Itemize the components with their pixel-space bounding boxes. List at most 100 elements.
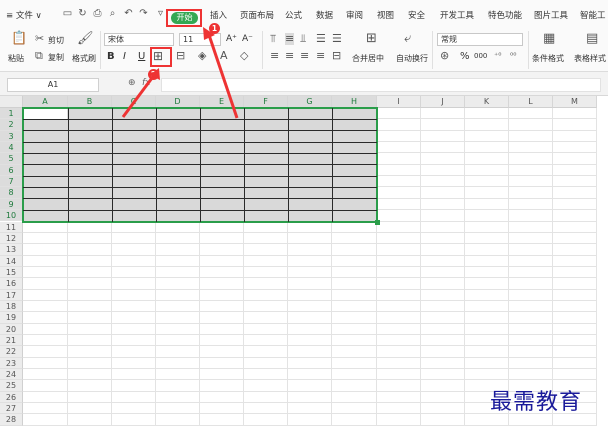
row-header-16[interactable]: 16 bbox=[0, 278, 23, 290]
tab-page-layout[interactable]: 页面布局 bbox=[240, 9, 274, 21]
format-painter-icon[interactable]: 🖌 bbox=[77, 32, 94, 45]
indent-decrease-icon[interactable]: ☰ bbox=[316, 33, 326, 45]
tab-developer[interactable]: 开发工具 bbox=[440, 9, 474, 21]
row-header-5[interactable]: 5 bbox=[0, 153, 23, 165]
row-header-14[interactable]: 14 bbox=[0, 255, 23, 267]
row-header-24[interactable]: 24 bbox=[0, 369, 23, 381]
merge-center-button[interactable]: 合并居中 bbox=[352, 53, 384, 64]
decrease-font-button[interactable]: A⁻ bbox=[242, 34, 253, 44]
align-left-icon[interactable]: ≡ bbox=[270, 50, 279, 62]
row-header-6[interactable]: 6 bbox=[0, 164, 23, 177]
row-header-13[interactable]: 13 bbox=[0, 244, 23, 256]
cell-style-icon[interactable]: ⊟ bbox=[176, 50, 185, 62]
redo-icon[interactable]: ↷ bbox=[138, 8, 149, 19]
tab-data[interactable]: 数据 bbox=[316, 9, 333, 21]
row-header-15[interactable]: 15 bbox=[0, 266, 23, 279]
wrap-text-icon[interactable]: ⤶ bbox=[404, 32, 411, 45]
tab-special[interactable]: 特色功能 bbox=[488, 9, 522, 21]
underline-button[interactable]: U bbox=[138, 51, 145, 62]
table-style-button[interactable]: 表格样式 bbox=[574, 53, 606, 64]
conditional-format-button[interactable]: 条件格式 bbox=[532, 53, 564, 64]
align-top-icon[interactable]: ⫪ bbox=[270, 33, 276, 45]
column-header-l[interactable]: L bbox=[509, 96, 553, 108]
column-header-m[interactable]: M bbox=[553, 96, 597, 108]
row-header-4[interactable]: 4 bbox=[0, 142, 23, 154]
row-header-9[interactable]: 9 bbox=[0, 198, 23, 211]
row-header-28[interactable]: 28 bbox=[0, 414, 23, 426]
row-header-22[interactable]: 22 bbox=[0, 346, 23, 358]
row-header-3[interactable]: 3 bbox=[0, 130, 23, 143]
row-header-23[interactable]: 23 bbox=[0, 357, 23, 370]
font-name-select[interactable]: 宋体 bbox=[104, 33, 174, 46]
tab-picture-tools[interactable]: 图片工具 bbox=[534, 9, 568, 21]
percent-button[interactable]: % bbox=[460, 51, 470, 62]
spreadsheet-grid[interactable]: A B C D E F G H I J K L M 1 2 3 4 5 6 7 8 9 10 11 12 13 14 15 16 17 18… bbox=[0, 96, 608, 427]
fill-color-icon[interactable]: ◈ bbox=[198, 50, 206, 62]
column-header-i[interactable]: I bbox=[377, 96, 421, 108]
row-header-12[interactable]: 12 bbox=[0, 232, 23, 245]
cut-icon[interactable]: ✂ bbox=[35, 33, 44, 45]
increase-decimal-icon[interactable]: ⁺⁰ bbox=[494, 50, 501, 62]
increase-font-button[interactable]: A⁺ bbox=[226, 34, 237, 44]
merge-center-icon[interactable]: ⊞ bbox=[366, 32, 377, 45]
tab-security[interactable]: 安全 bbox=[408, 9, 425, 21]
row-header-8[interactable]: 8 bbox=[0, 187, 23, 199]
font-size-select[interactable]: 11 bbox=[179, 33, 221, 46]
row-header-21[interactable]: 21 bbox=[0, 335, 23, 347]
currency-icon[interactable]: ⊛ bbox=[440, 50, 449, 62]
format-painter-button[interactable]: 格式刷 bbox=[72, 53, 96, 64]
row-header-19[interactable]: 19 bbox=[0, 312, 23, 324]
tab-insert[interactable]: 插入 bbox=[210, 9, 227, 21]
tab-smart-tools[interactable]: 智能工 bbox=[580, 9, 606, 21]
justify-icon[interactable]: ≡ bbox=[316, 50, 325, 62]
select-all-corner[interactable] bbox=[0, 96, 23, 108]
export-icon[interactable]: ↻ bbox=[77, 8, 88, 19]
copy-button[interactable]: 复制 bbox=[48, 52, 64, 63]
customize-icon[interactable]: ▿ bbox=[155, 8, 166, 19]
italic-button[interactable]: I bbox=[123, 51, 126, 62]
wrap-text-button[interactable]: 自动换行 bbox=[396, 53, 428, 64]
zoom-icon[interactable]: ⊕ bbox=[128, 78, 136, 88]
bold-button[interactable]: B bbox=[107, 51, 115, 62]
active-cell[interactable] bbox=[24, 109, 67, 120]
align-right-icon[interactable]: ≡ bbox=[300, 50, 309, 62]
name-box[interactable]: A1 bbox=[7, 78, 99, 92]
indent-increase-icon[interactable]: ☰ bbox=[332, 33, 342, 45]
print-preview-icon[interactable]: ⌕ bbox=[107, 8, 118, 19]
row-header-2[interactable]: 2 bbox=[0, 119, 23, 131]
row-header-25[interactable]: 25 bbox=[0, 380, 23, 392]
row-header-26[interactable]: 26 bbox=[0, 391, 23, 404]
tab-view[interactable]: 视图 bbox=[377, 9, 394, 21]
tab-formulas[interactable]: 公式 bbox=[285, 9, 302, 21]
number-format-select[interactable]: 常规 bbox=[437, 33, 523, 46]
undo-icon[interactable]: ↶ bbox=[123, 8, 134, 19]
column-header-k[interactable]: K bbox=[465, 96, 509, 108]
save-icon[interactable]: ▭ bbox=[62, 8, 73, 19]
thousands-button[interactable]: 000 bbox=[474, 52, 487, 60]
fill-handle[interactable] bbox=[375, 219, 380, 225]
row-header-20[interactable]: 20 bbox=[0, 323, 23, 335]
cut-button[interactable]: 剪切 bbox=[48, 35, 64, 46]
font-color-icon[interactable]: A bbox=[220, 50, 228, 62]
table-style-icon[interactable]: ▤ bbox=[586, 32, 598, 45]
row-header-7[interactable]: 7 bbox=[0, 176, 23, 188]
tab-review[interactable]: 审阅 bbox=[346, 9, 363, 21]
conditional-format-icon[interactable]: ▦ bbox=[543, 32, 555, 45]
align-middle-icon[interactable]: ≡ bbox=[285, 33, 295, 45]
clear-format-icon[interactable]: ◇ bbox=[240, 50, 248, 62]
row-header-17[interactable]: 17 bbox=[0, 289, 23, 301]
align-center-icon[interactable]: ≡ bbox=[285, 50, 294, 62]
fx-button[interactable]: fx bbox=[142, 78, 151, 88]
copy-icon[interactable]: ⧉ bbox=[35, 50, 43, 62]
print-icon[interactable]: ⎙ bbox=[92, 8, 103, 19]
distributed-icon[interactable]: ⊟ bbox=[332, 50, 341, 62]
row-header-18[interactable]: 18 bbox=[0, 300, 23, 313]
row-header-11[interactable]: 11 bbox=[0, 221, 23, 233]
paste-icon[interactable]: 📋 bbox=[11, 32, 27, 45]
column-header-j[interactable]: J bbox=[421, 96, 465, 108]
decrease-decimal-icon[interactable]: ⁰⁰ bbox=[510, 50, 516, 62]
row-header-1[interactable]: 1 bbox=[0, 108, 23, 120]
formula-input[interactable] bbox=[161, 78, 601, 92]
file-menu[interactable]: ≡ 文件 ∨ bbox=[6, 9, 42, 21]
row-header-27[interactable]: 27 bbox=[0, 403, 23, 415]
